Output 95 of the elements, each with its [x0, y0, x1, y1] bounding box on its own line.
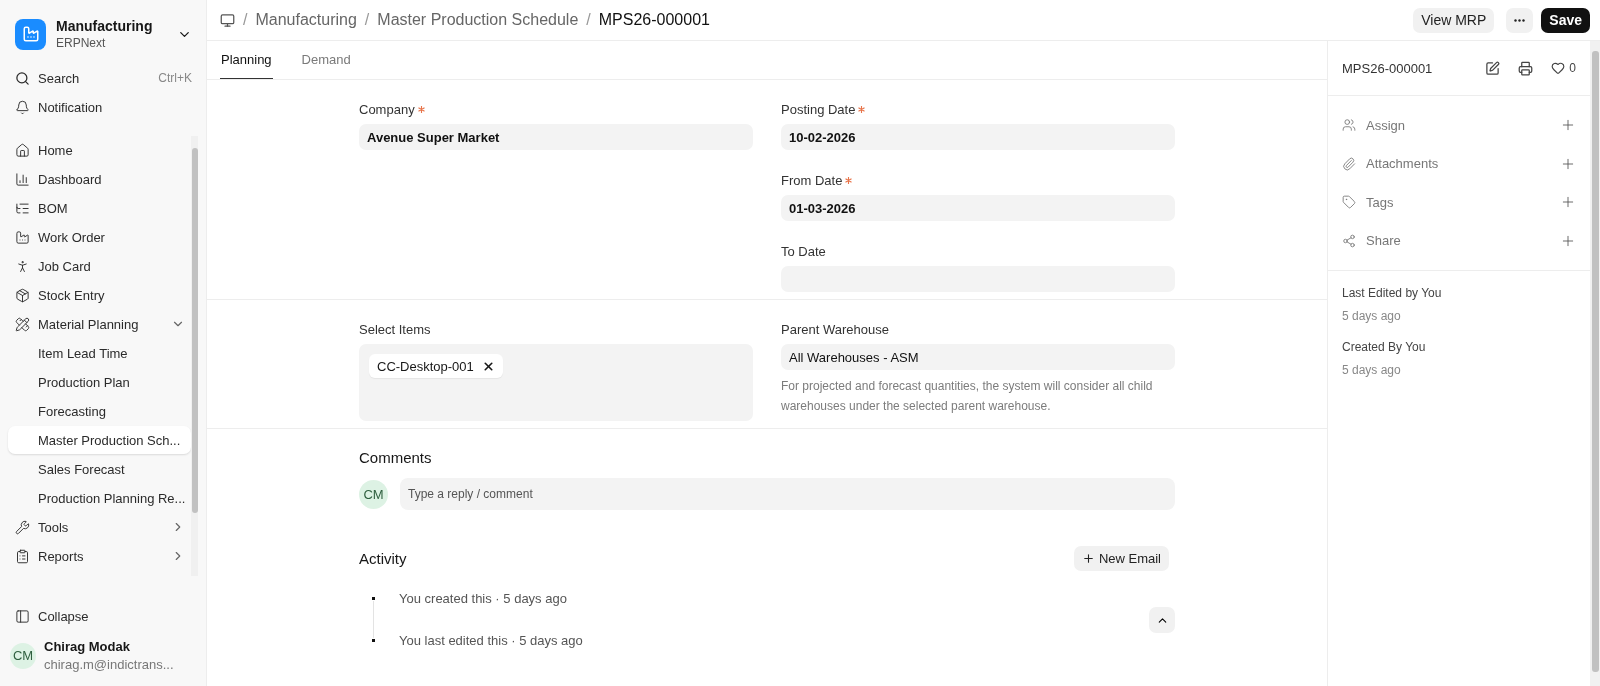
- sidebar-item-icon: [15, 316, 30, 332]
- sidebar-item[interactable]: Material Planning: [8, 310, 192, 338]
- sidebar-item[interactable]: Stock Entry: [8, 281, 192, 309]
- field-description: For projected and forecast quantities, the system will consider all child warehouses under the selected parent warehouse.: [781, 378, 1154, 415]
- remove-icon[interactable]: [481, 359, 495, 373]
- tab[interactable]: Demand: [300, 41, 352, 79]
- sidebar-item-icon: [15, 171, 30, 187]
- sidebar-item[interactable]: Tools: [8, 513, 192, 541]
- sidebar-item[interactable]: Production Planning Re...: [8, 484, 192, 512]
- monitor-icon[interactable]: [220, 12, 235, 28]
- sidebar-item[interactable]: Job Card: [8, 252, 192, 280]
- sidebar-action-icon: [1342, 118, 1356, 133]
- app-subtitle: ERPNext: [56, 36, 107, 50]
- sidebar-item[interactable]: Reports: [8, 542, 192, 570]
- sidebar-scrollbar[interactable]: [191, 136, 198, 576]
- plus-icon: [1081, 552, 1095, 565]
- breadcrumb-link[interactable]: MPS26-000001: [598, 11, 710, 29]
- search-button[interactable]: Search Ctrl+K: [8, 64, 198, 92]
- sidebar-item-icon: [15, 519, 30, 535]
- sidebar-item-icon: [15, 229, 30, 245]
- item-tag: CC-Desktop-001: [369, 354, 503, 378]
- warehouse-field[interactable]: All Warehouses - ASM: [781, 344, 1175, 370]
- sidebar-item[interactable]: Item Lead Time: [8, 339, 192, 367]
- user-avatar: CM: [359, 479, 388, 509]
- more-button[interactable]: [1506, 7, 1534, 33]
- date-field[interactable]: 01-03-2026: [781, 195, 1175, 221]
- sidebar-action-icon: [1342, 233, 1356, 248]
- sidebar-item[interactable]: Master Production Sch...: [8, 426, 192, 454]
- sidebar-item[interactable]: Production Plan: [8, 368, 192, 396]
- sidebar-item[interactable]: Dashboard: [8, 165, 192, 193]
- meta-label: Last Edited by You: [1342, 284, 1443, 302]
- user-avatar[interactable]: CM: [10, 642, 36, 669]
- page-scrollbar[interactable]: [1590, 41, 1600, 686]
- breadcrumb-separator: /: [243, 11, 248, 29]
- meta-time: 5 days ago: [1342, 361, 1402, 379]
- search-icon: [15, 70, 30, 86]
- user-email: chirag.m@indictrans...: [44, 657, 174, 672]
- save-button[interactable]: Save: [1541, 7, 1590, 33]
- like-count: 0: [1569, 61, 1576, 75]
- edit-icon: [1485, 60, 1501, 76]
- field-label: Company: [359, 100, 753, 118]
- date-field[interactable]: 10-02-2026: [781, 124, 1175, 150]
- comments-heading: Comments: [359, 449, 433, 466]
- collapse-button[interactable]: Collapse: [8, 602, 198, 630]
- view-mrp-button[interactable]: View MRP: [1413, 7, 1495, 33]
- activity-heading: Activity: [359, 550, 407, 567]
- sidebar-item-icon: [15, 548, 30, 564]
- user-name: Chirag Modak: [44, 639, 131, 654]
- field-label: From Date: [781, 171, 1175, 189]
- shortcut-hint: Ctrl+K: [158, 71, 192, 85]
- sidebar-action-label: Attachments: [1366, 156, 1440, 172]
- scroll-up-button[interactable]: [1149, 607, 1175, 633]
- heart-icon: [1551, 61, 1566, 75]
- sidebar-item[interactable]: BOM: [8, 194, 192, 222]
- document-name: MPS26-000001: [1342, 60, 1434, 76]
- items-multiselect-field[interactable]: CC-Desktop-001: [359, 344, 753, 421]
- sidebar-action-icon: [1342, 156, 1356, 171]
- sidebar-item-icon: [15, 200, 30, 216]
- comment-field[interactable]: Type a reply / comment: [400, 478, 1175, 510]
- sidebar-item[interactable]: Home: [8, 136, 192, 164]
- ellipsis-icon: [1514, 18, 1526, 22]
- sidebar-action-icon: [1342, 195, 1356, 210]
- sidebar-item-icon: [15, 142, 30, 158]
- activity-entry: You created this · 5 days ago: [399, 591, 568, 607]
- meta-label: Created By You: [1342, 338, 1427, 356]
- sidebar-action-label: Assign: [1366, 117, 1407, 133]
- notification-button[interactable]: Notification: [8, 93, 198, 121]
- field-label: Parent Warehouse: [781, 320, 890, 338]
- edit-button[interactable]: [1485, 60, 1501, 76]
- sidebar-item[interactable]: Work Order: [8, 223, 192, 251]
- panel-icon: [15, 608, 30, 624]
- company-field[interactable]: Avenue Super Market: [359, 124, 753, 150]
- sidebar-action-label: Tags: [1366, 194, 1395, 210]
- activity-entry: You last edited this · 5 days ago: [399, 633, 584, 649]
- sidebar-item-icon: [15, 258, 30, 274]
- field-label: Posting Date: [781, 100, 1175, 118]
- sidebar-item[interactable]: Forecasting: [8, 397, 192, 425]
- printer-icon: [1518, 60, 1534, 76]
- sidebar-action-label: Share: [1366, 233, 1402, 249]
- breadcrumb-link[interactable]: Master Production Schedule: [377, 11, 579, 29]
- meta-time: 5 days ago: [1342, 307, 1402, 325]
- breadcrumb-link[interactable]: Manufacturing: [255, 11, 357, 29]
- bell-icon: [15, 99, 30, 115]
- breadcrumb-separator: /: [364, 11, 370, 29]
- app-name: Manufacturing: [56, 18, 154, 34]
- field-label: To Date: [781, 242, 827, 260]
- like-button[interactable]: 0: [1551, 61, 1576, 75]
- print-button[interactable]: [1518, 60, 1534, 76]
- sidebar-item-icon: [15, 287, 30, 303]
- breadcrumb-separator: /: [586, 11, 591, 29]
- field-label: Select Items: [359, 320, 432, 338]
- tab[interactable]: Planning: [220, 41, 273, 79]
- app-logo-icon: [15, 18, 46, 50]
- new-email-button[interactable]: New Email: [1073, 546, 1169, 571]
- sidebar-item[interactable]: Sales Forecast: [8, 455, 192, 483]
